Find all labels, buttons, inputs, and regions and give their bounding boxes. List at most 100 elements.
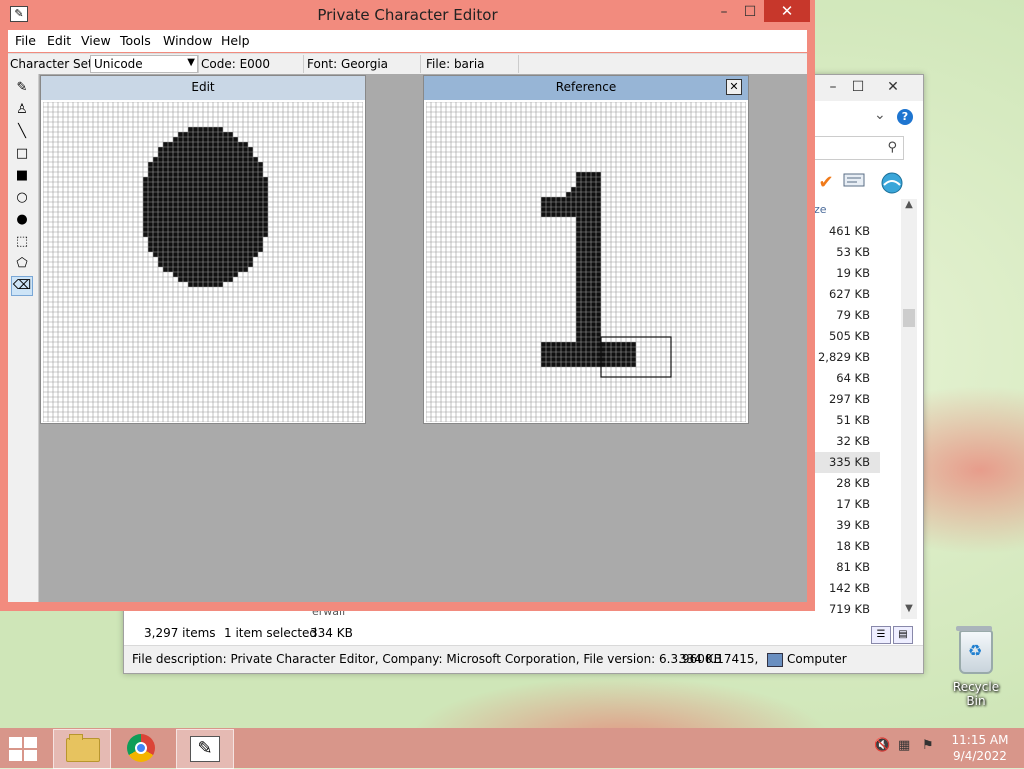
pce-titlebar[interactable]: ✎ Private Character Editor – ☐ ✕	[0, 0, 815, 30]
large-icons-view-icon[interactable]: ▤	[893, 626, 913, 644]
file-size-cell[interactable]: 18 KB	[814, 536, 880, 557]
windows-logo-icon	[9, 737, 37, 761]
line-icon[interactable]: ╲	[11, 122, 33, 142]
info-bar: Character Set: Unicode ▼ Code: E000 Font…	[8, 53, 807, 74]
help-icon[interactable]: ?	[897, 109, 913, 125]
file-size-cell[interactable]: 28 KB	[814, 473, 880, 494]
code-label: Code: E000	[201, 57, 271, 71]
rectangular-selection-icon[interactable]: ⬚	[11, 232, 33, 252]
tool-palette: ✎ ♙ ╲ □ ■ ○ ● ⬚ ⬠ ⌫	[8, 74, 39, 602]
file-size-cell[interactable]: 81 KB	[814, 557, 880, 578]
recycle-bin-label: Recycle Bin	[952, 680, 1000, 708]
explorer-maximize-button[interactable]: ☐	[844, 77, 872, 97]
file-description: File description: Private Character Edit…	[132, 652, 759, 666]
item-count: 3,297 items	[144, 626, 216, 640]
selection-size: 334 KB	[310, 626, 353, 640]
explorer-status-bar: 3,297 items 1 item selected 334 KB ☰ ▤	[124, 623, 923, 644]
hollow-ellipse-icon[interactable]: ○	[11, 188, 33, 208]
taskbar-chrome[interactable]	[114, 729, 170, 767]
start-button[interactable]	[0, 729, 56, 767]
menu-edit[interactable]: Edit	[47, 33, 71, 48]
reference-grid-window[interactable]: Reference ✕	[423, 75, 749, 424]
size-column-header[interactable]: ze	[814, 199, 882, 221]
menu-file[interactable]: File	[15, 33, 36, 48]
file-size-cell[interactable]: 297 KB	[814, 389, 880, 410]
clock-time: 11:15 AM	[951, 733, 1009, 747]
file-size-cell[interactable]: 51 KB	[814, 410, 880, 431]
file-size-cell[interactable]: 79 KB	[814, 305, 880, 326]
system-clock[interactable]: 11:15 AM 9/4/2022	[948, 732, 1012, 764]
hollow-rectangle-icon[interactable]: □	[11, 144, 33, 164]
separator	[303, 55, 304, 73]
scrollbar-thumb[interactable]	[903, 309, 915, 327]
search-icon: ⚲	[887, 140, 897, 155]
checkmark-icon[interactable]: ✔	[814, 171, 838, 195]
edit-grid-window[interactable]: Edit	[40, 75, 366, 424]
reference-caption: Reference	[424, 76, 748, 100]
edit-pixel-grid[interactable]	[43, 102, 363, 422]
recycle-bin-icon: ♻	[956, 626, 993, 674]
menu-help[interactable]: Help	[221, 33, 250, 48]
filled-rectangle-icon[interactable]: ■	[11, 166, 33, 186]
file-size-list: 461 KB 53 KB 19 KB 627 KB 79 KB 505 KB 2,829 K…	[814, 221, 880, 620]
file-size-cell[interactable]: 32 KB	[814, 431, 880, 452]
recycle-bin-shortcut[interactable]: ♻ Recycle Bin	[944, 626, 1008, 708]
file-size-cell[interactable]: 64 KB	[814, 368, 880, 389]
taskbar: ✎ 🔇 ▦ ⚑ 11:15 AM 9/4/2022	[0, 728, 1024, 769]
computer-icon	[767, 653, 783, 667]
private-character-editor-window[interactable]: ✎ Private Character Editor – ☐ ✕ File Ed…	[0, 0, 815, 611]
character-set-label: Character Set:	[10, 57, 97, 71]
file-size-cell[interactable]: 53 KB	[814, 242, 880, 263]
scroll-up-icon[interactable]: ▲	[901, 199, 917, 215]
reference-close-icon[interactable]: ✕	[726, 79, 742, 95]
file-size-cell[interactable]: 505 KB	[814, 326, 880, 347]
file-size-cell[interactable]: 719 KB	[814, 599, 880, 620]
menu-view[interactable]: View	[81, 33, 111, 48]
taskbar-file-explorer[interactable]	[53, 729, 111, 769]
file-size-cell[interactable]: 627 KB	[814, 284, 880, 305]
desktop: – ☐ ✕ ⌄ ? ⚲ ✔ ze 461 KB 53 KB 19 KB 627 KB 7…	[0, 0, 1024, 728]
minimize-button[interactable]: –	[710, 4, 738, 20]
file-size-cell[interactable]: 39 KB	[814, 515, 880, 536]
separator	[518, 55, 519, 73]
file-size-cell[interactable]: 17 KB	[814, 494, 880, 515]
file-size-cell[interactable]: 19 KB	[814, 263, 880, 284]
separator	[420, 55, 421, 73]
file-size-cell[interactable]: 2,829 KB	[814, 347, 880, 368]
file-size-cell[interactable]: 461 KB	[814, 221, 880, 242]
ribbon-expand-chevron-icon[interactable]: ⌄	[874, 107, 886, 123]
explorer-close-button[interactable]: ✕	[879, 77, 907, 97]
volume-muted-icon[interactable]: 🔇	[874, 738, 890, 753]
freeform-selection-icon[interactable]: ⬠	[11, 254, 33, 274]
pencil-icon[interactable]: ✎	[11, 78, 33, 98]
properties-icon[interactable]	[842, 171, 866, 195]
eraser-icon[interactable]: ⌫	[11, 276, 33, 296]
filled-ellipse-icon[interactable]: ●	[11, 210, 33, 230]
reference-pixel-grid[interactable]	[426, 102, 746, 422]
search-box[interactable]: ⚲	[814, 136, 904, 160]
character-set-value: Unicode	[94, 57, 143, 71]
location-label: Computer	[787, 652, 847, 666]
font-label: Font: Georgia	[307, 57, 389, 71]
taskbar-private-character-editor[interactable]: ✎	[176, 729, 234, 769]
explorer-vertical-scrollbar[interactable]: ▲ ▼	[901, 199, 917, 619]
scroll-down-icon[interactable]: ▼	[901, 603, 917, 619]
file-size-cell[interactable]: 335 KB	[814, 452, 880, 473]
character-set-dropdown[interactable]: Unicode ▼	[90, 55, 198, 73]
view-buttons: ☰ ▤	[869, 623, 913, 644]
file-size-cell[interactable]: 142 KB	[814, 578, 880, 599]
explorer-minimize-button[interactable]: –	[819, 77, 847, 97]
edit-caption: Edit	[41, 76, 365, 100]
brush-icon[interactable]: ♙	[11, 100, 33, 120]
details-view-icon[interactable]: ☰	[871, 626, 891, 644]
chrome-icon	[127, 734, 155, 762]
file-label: File: baria	[426, 57, 485, 71]
close-button[interactable]: ✕	[764, 0, 810, 22]
grid-lines	[426, 102, 746, 422]
menu-tools[interactable]: Tools	[120, 33, 151, 48]
share-icon[interactable]	[880, 171, 904, 195]
menu-window[interactable]: Window	[163, 33, 212, 48]
maximize-button[interactable]: ☐	[736, 4, 764, 20]
action-center-icon[interactable]: ⚑	[922, 738, 934, 753]
network-icon[interactable]: ▦	[898, 738, 910, 753]
